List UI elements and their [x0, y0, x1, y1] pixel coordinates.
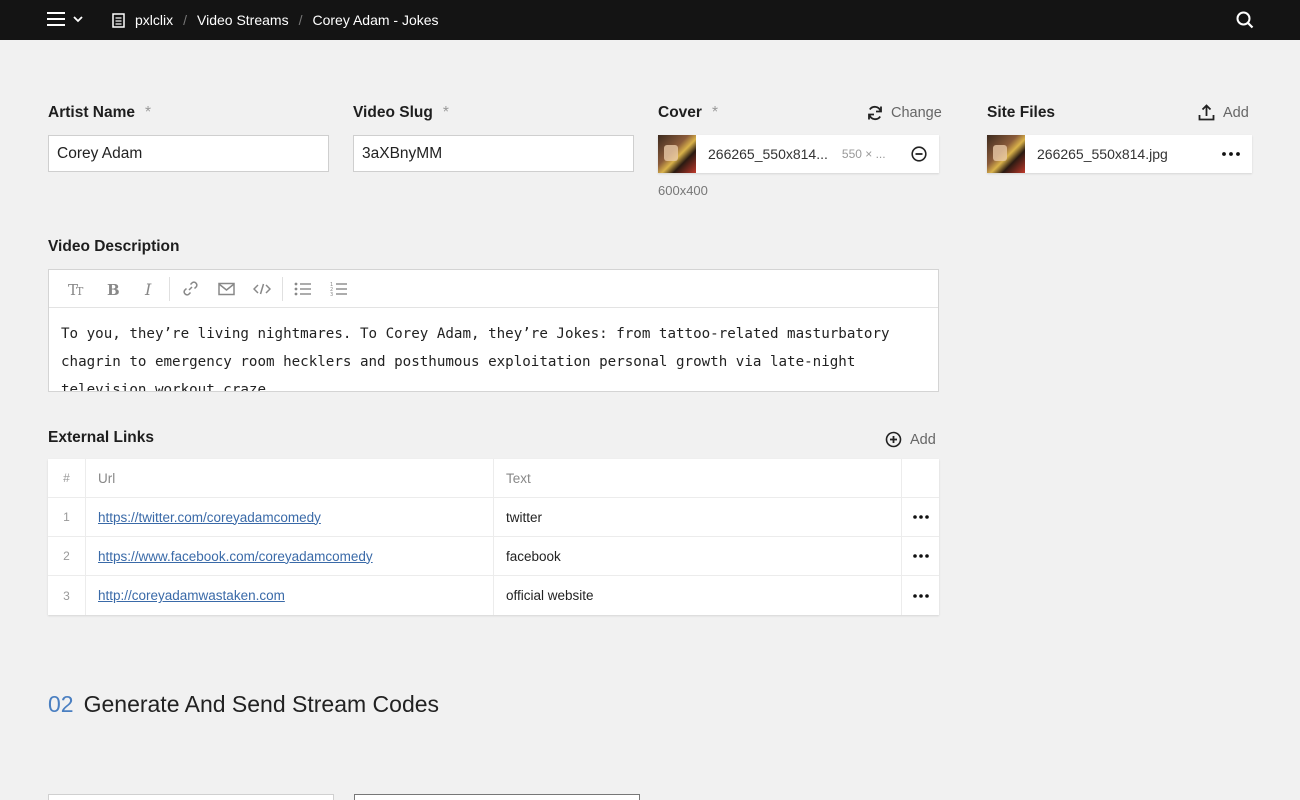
- bold-icon: B: [107, 281, 120, 297]
- row-index: 2: [48, 537, 86, 575]
- bullet-list-icon: [294, 282, 311, 295]
- code-button[interactable]: [244, 270, 280, 308]
- cover-change-button[interactable]: Change: [867, 105, 942, 121]
- add-external-link-button[interactable]: Add: [885, 431, 936, 448]
- row-text-cell[interactable]: official website: [494, 576, 902, 615]
- svg-text:T: T: [76, 285, 84, 297]
- cover-file-size: 550 × ...: [841, 147, 886, 161]
- external-links-label: External Links: [48, 429, 154, 446]
- email-icon: [217, 282, 235, 295]
- more-horizontal-icon: [912, 593, 929, 598]
- artist-name-input[interactable]: Corey Adam: [48, 135, 329, 172]
- cover-label: Cover *: [658, 104, 718, 121]
- column-header-index: #: [48, 459, 86, 497]
- upload-icon: [1198, 104, 1215, 121]
- italic-icon: I: [144, 281, 152, 297]
- row-text-cell[interactable]: twitter: [494, 498, 902, 536]
- breadcrumb-item-current: Corey Adam - Jokes: [312, 12, 439, 28]
- breadcrumb-item-section[interactable]: Video Streams: [197, 12, 289, 28]
- link-button[interactable]: [172, 270, 208, 308]
- bold-button[interactable]: B: [95, 270, 131, 308]
- column-header-text: Text: [494, 459, 902, 497]
- email-button[interactable]: [208, 270, 244, 308]
- table-row: 2 https://www.facebook.com/coreyadamcome…: [48, 537, 939, 576]
- site-file-more-button[interactable]: [1222, 152, 1240, 156]
- section-title: Generate And Send Stream Codes: [83, 691, 440, 717]
- editor-toolbar: TT B I 123: [49, 270, 938, 308]
- video-description-editor[interactable]: TT B I 123 To you, they’re living nightm…: [48, 269, 939, 392]
- partial-input-right[interactable]: [354, 794, 640, 800]
- text-size-button[interactable]: TT: [59, 270, 95, 308]
- video-slug-input[interactable]: 3aXBnyMM: [353, 135, 634, 172]
- svg-text:B: B: [107, 281, 120, 297]
- link-icon: [182, 281, 198, 296]
- row-url-cell: http://coreyadamwastaken.com: [86, 576, 494, 615]
- cover-file-name: 266265_550x814...: [708, 146, 828, 162]
- code-icon: [253, 283, 271, 294]
- hamburger-icon: [47, 12, 65, 26]
- numbered-list-button[interactable]: 123: [321, 270, 357, 308]
- refresh-icon: [868, 105, 882, 121]
- table-row: 3 http://coreyadamwastaken.com official …: [48, 576, 939, 615]
- numbered-list-icon: 123: [330, 282, 347, 297]
- row-url-link[interactable]: http://coreyadamwastaken.com: [98, 588, 285, 603]
- site-file-name: 266265_550x814.jpg: [1037, 146, 1168, 162]
- site-file-thumbnail: [987, 135, 1025, 173]
- bullet-list-button[interactable]: [285, 270, 321, 308]
- row-index: 1: [48, 498, 86, 536]
- toolbar-divider: [282, 276, 283, 301]
- remove-cover-button[interactable]: [911, 146, 927, 162]
- site-file-card[interactable]: 266265_550x814.jpg: [987, 135, 1252, 173]
- row-more-button[interactable]: [902, 498, 939, 536]
- row-text-cell[interactable]: facebook: [494, 537, 902, 575]
- breadcrumb-separator: /: [183, 12, 188, 28]
- more-horizontal-icon: [912, 515, 929, 519]
- row-url-link[interactable]: https://www.facebook.com/coreyadamcomedy: [98, 549, 373, 564]
- row-more-button[interactable]: [902, 576, 939, 615]
- search-button[interactable]: [1236, 11, 1254, 34]
- column-header-actions: [902, 459, 939, 497]
- row-url-cell: https://twitter.com/coreyadamcomedy: [86, 498, 494, 536]
- cover-file-card[interactable]: 266265_550x814... 550 × ...: [658, 135, 939, 173]
- svg-text:3: 3: [330, 292, 333, 297]
- italic-button[interactable]: I: [131, 270, 167, 308]
- table-row: 1 https://twitter.com/coreyadamcomedy tw…: [48, 498, 939, 537]
- main-menu-button[interactable]: [47, 12, 83, 26]
- row-index: 3: [48, 576, 86, 615]
- section-heading: 02 Generate And Send Stream Codes: [48, 691, 439, 718]
- external-links-table: # Url Text 1 https://twitter.com/coreyad…: [48, 459, 939, 615]
- breadcrumb-separator: /: [298, 12, 303, 28]
- toolbar-divider: [169, 276, 170, 301]
- site-files-add-button[interactable]: Add: [1198, 104, 1249, 121]
- document-icon: [112, 12, 125, 28]
- breadcrumb: pxlclix / Video Streams / Corey Adam - J…: [112, 0, 439, 40]
- column-header-url: Url: [86, 459, 494, 497]
- row-url-link[interactable]: https://twitter.com/coreyadamcomedy: [98, 510, 321, 525]
- svg-text:I: I: [144, 281, 152, 297]
- more-horizontal-icon: [912, 554, 929, 558]
- breadcrumb-item-site[interactable]: pxlclix: [135, 12, 173, 28]
- section-number: 02: [48, 691, 74, 717]
- add-circle-icon: [885, 431, 902, 448]
- text-size-icon: TT: [68, 281, 84, 297]
- search-icon: [1236, 11, 1254, 29]
- top-bar: pxlclix / Video Streams / Corey Adam - J…: [0, 0, 1300, 40]
- more-horizontal-icon: [1222, 152, 1240, 156]
- video-slug-label: Video Slug *: [353, 104, 449, 121]
- row-more-button[interactable]: [902, 537, 939, 575]
- artist-name-label: Artist Name *: [48, 104, 152, 121]
- video-description-label: Video Description: [48, 238, 180, 255]
- cover-dimension-note: 600x400: [658, 183, 708, 198]
- chevron-down-icon: [73, 16, 83, 23]
- site-files-label: Site Files: [987, 104, 1056, 121]
- partial-input-left[interactable]: [48, 794, 334, 800]
- video-description-text[interactable]: To you, they’re living nightmares. To Co…: [49, 308, 938, 391]
- cover-thumbnail: [658, 135, 696, 173]
- table-header-row: # Url Text: [48, 459, 939, 498]
- remove-circle-icon: [911, 146, 927, 162]
- row-url-cell: https://www.facebook.com/coreyadamcomedy: [86, 537, 494, 575]
